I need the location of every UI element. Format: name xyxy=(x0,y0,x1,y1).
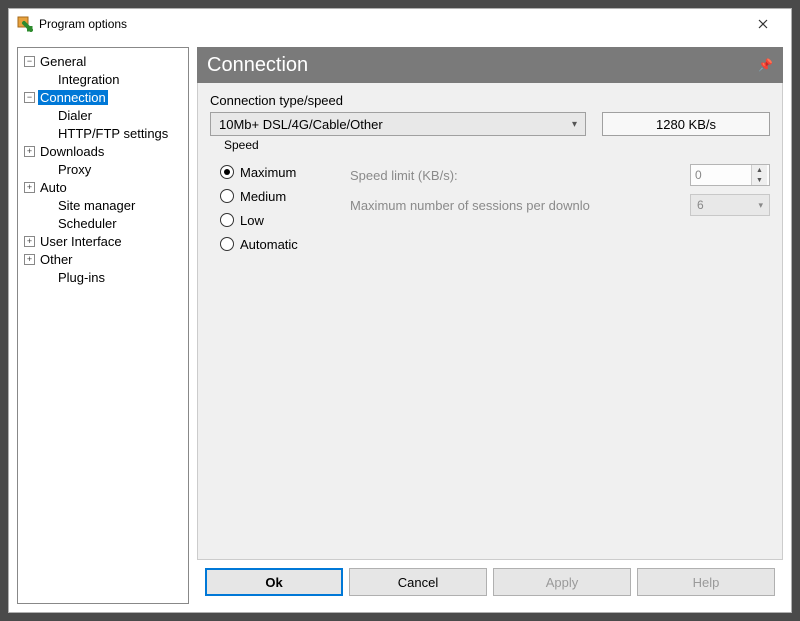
tree-label: Plug-ins xyxy=(56,270,107,285)
speed-group: Speed Maximum Medium xyxy=(210,146,770,256)
connection-type-value: 10Mb+ DSL/4G/Cable/Other xyxy=(219,117,383,132)
arrow-up-icon[interactable]: ▲ xyxy=(752,165,767,175)
tree-item-http-ftp-settings[interactable]: HTTP/FTP settings xyxy=(20,124,186,142)
app-icon xyxy=(17,16,33,32)
section-title: Connection xyxy=(207,54,308,77)
tree-item-integration[interactable]: Integration xyxy=(20,70,186,88)
connection-type-label: Connection type/speed xyxy=(210,93,770,108)
tree-label: Proxy xyxy=(56,162,93,177)
tree-expand-icon[interactable]: + xyxy=(24,236,35,247)
tree-item-site-manager[interactable]: Site manager xyxy=(20,196,186,214)
close-button[interactable] xyxy=(743,10,783,38)
tree-item-auto[interactable]: +Auto xyxy=(20,178,186,196)
tree-item-downloads[interactable]: +Downloads xyxy=(20,142,186,160)
speed-radios: Maximum Medium Low xyxy=(210,160,350,256)
pin-icon: 📌 xyxy=(758,58,773,72)
tree-label: HTTP/FTP settings xyxy=(56,126,170,141)
radio-maximum[interactable]: Maximum xyxy=(220,160,350,184)
tree-item-proxy[interactable]: Proxy xyxy=(20,160,186,178)
chevron-down-icon: ▾ xyxy=(758,200,763,211)
tree-collapse-icon[interactable]: − xyxy=(24,92,35,103)
button-row: Ok Cancel Apply Help xyxy=(197,560,783,604)
options-window: Program options −GeneralIntegration−Conn… xyxy=(8,8,792,613)
tree-item-scheduler[interactable]: Scheduler xyxy=(20,214,186,232)
tree-item-general[interactable]: −General xyxy=(20,52,186,70)
apply-button[interactable]: Apply xyxy=(493,568,631,596)
tree-expand-icon[interactable]: + xyxy=(24,146,35,157)
tree-label: Auto xyxy=(38,180,69,195)
radio-automatic[interactable]: Automatic xyxy=(220,232,350,256)
content-area: −GeneralIntegration−ConnectionDialerHTTP… xyxy=(9,39,791,612)
tree-item-user-interface[interactable]: +User Interface xyxy=(20,232,186,250)
titlebar: Program options xyxy=(9,9,791,39)
tree-label: Connection xyxy=(38,90,108,105)
tree-label: Site manager xyxy=(56,198,137,213)
tree-item-dialer[interactable]: Dialer xyxy=(20,106,186,124)
spinner-arrows[interactable]: ▲ ▼ xyxy=(751,165,767,185)
arrow-down-icon[interactable]: ▼ xyxy=(752,175,767,185)
tree-label: Other xyxy=(38,252,75,267)
radio-medium[interactable]: Medium xyxy=(220,184,350,208)
tree-label: Integration xyxy=(56,72,121,87)
tree-item-other[interactable]: +Other xyxy=(20,250,186,268)
radio-icon xyxy=(220,189,234,203)
chevron-down-icon: ▾ xyxy=(572,119,577,130)
ok-button[interactable]: Ok xyxy=(205,568,343,596)
tree-item-connection[interactable]: −Connection xyxy=(20,88,186,106)
tree-label: General xyxy=(38,54,88,69)
section-header: Connection 📌 xyxy=(197,47,783,83)
speed-limit-spinner[interactable]: ▲ ▼ xyxy=(690,164,770,186)
settings-panel: Connection 📌 Connection type/speed 10Mb+… xyxy=(197,47,783,604)
tree-item-plug-ins[interactable]: Plug-ins xyxy=(20,268,186,286)
tree-label: Scheduler xyxy=(56,216,119,231)
tree-label: Dialer xyxy=(56,108,94,123)
tree-expand-icon[interactable]: + xyxy=(24,182,35,193)
tree-label: Downloads xyxy=(38,144,106,159)
window-title: Program options xyxy=(39,17,127,31)
radio-icon xyxy=(220,213,234,227)
help-button[interactable]: Help xyxy=(637,568,775,596)
rate-display[interactable]: 1280 KB/s xyxy=(602,112,770,136)
radio-icon xyxy=(220,165,234,179)
speed-limit-label: Speed limit (KB/s): xyxy=(350,168,690,183)
tree-collapse-icon[interactable]: − xyxy=(24,56,35,67)
speed-limit-input[interactable] xyxy=(691,165,751,185)
connection-type-combo[interactable]: 10Mb+ DSL/4G/Cable/Other ▾ xyxy=(210,112,586,136)
tree-panel: −GeneralIntegration−ConnectionDialerHTTP… xyxy=(17,47,189,604)
tree-expand-icon[interactable]: + xyxy=(24,254,35,265)
cancel-button[interactable]: Cancel xyxy=(349,568,487,596)
max-sessions-label: Maximum number of sessions per downlo xyxy=(350,198,690,213)
max-sessions-combo[interactable]: 6 ▾ xyxy=(690,194,770,216)
radio-low[interactable]: Low xyxy=(220,208,350,232)
tree-label: User Interface xyxy=(38,234,124,249)
speed-settings: Speed limit (KB/s): ▲ ▼ xyxy=(350,160,770,256)
form-area: Connection type/speed 10Mb+ DSL/4G/Cable… xyxy=(197,83,783,560)
speed-group-label: Speed xyxy=(220,138,263,152)
radio-icon xyxy=(220,237,234,251)
